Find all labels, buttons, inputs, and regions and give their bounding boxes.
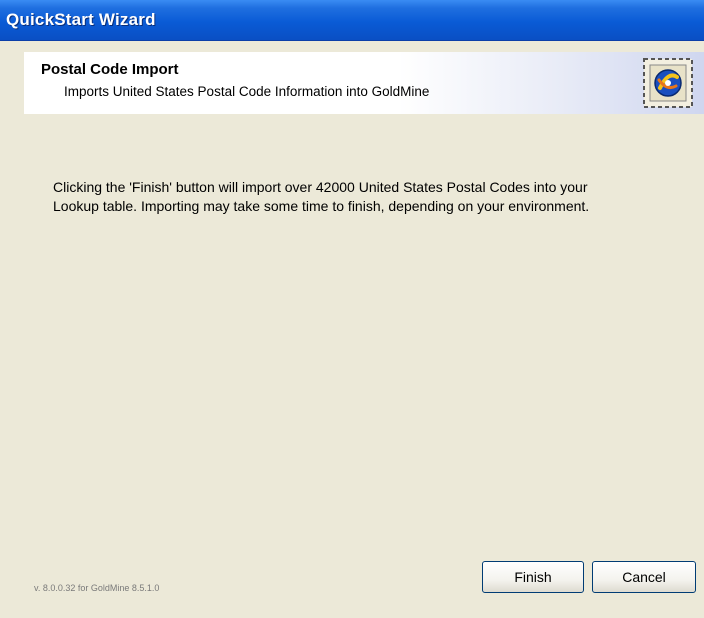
- finish-button[interactable]: Finish: [482, 561, 584, 593]
- header-title: Postal Code Import: [41, 61, 179, 78]
- import-message: Clicking the 'Finish' button will import…: [53, 178, 693, 216]
- quickstart-wizard-window: QuickStart Wizard Postal Code Import Imp…: [0, 0, 704, 618]
- title-bar[interactable]: QuickStart Wizard: [0, 0, 704, 41]
- message-line-2: Lookup table. Importing may take some ti…: [53, 197, 590, 214]
- window-title: QuickStart Wizard: [6, 10, 156, 29]
- header-subtitle: Imports United States Postal Code Inform…: [64, 84, 430, 99]
- goldmine-stamp-icon: [643, 58, 693, 108]
- cancel-button[interactable]: Cancel: [592, 561, 696, 593]
- message-line-1: Clicking the 'Finish' button will import…: [53, 179, 588, 195]
- version-label: v. 8.0.0.32 for GoldMine 8.5.1.0: [34, 583, 160, 593]
- wizard-header: Postal Code Import Imports United States…: [24, 52, 704, 114]
